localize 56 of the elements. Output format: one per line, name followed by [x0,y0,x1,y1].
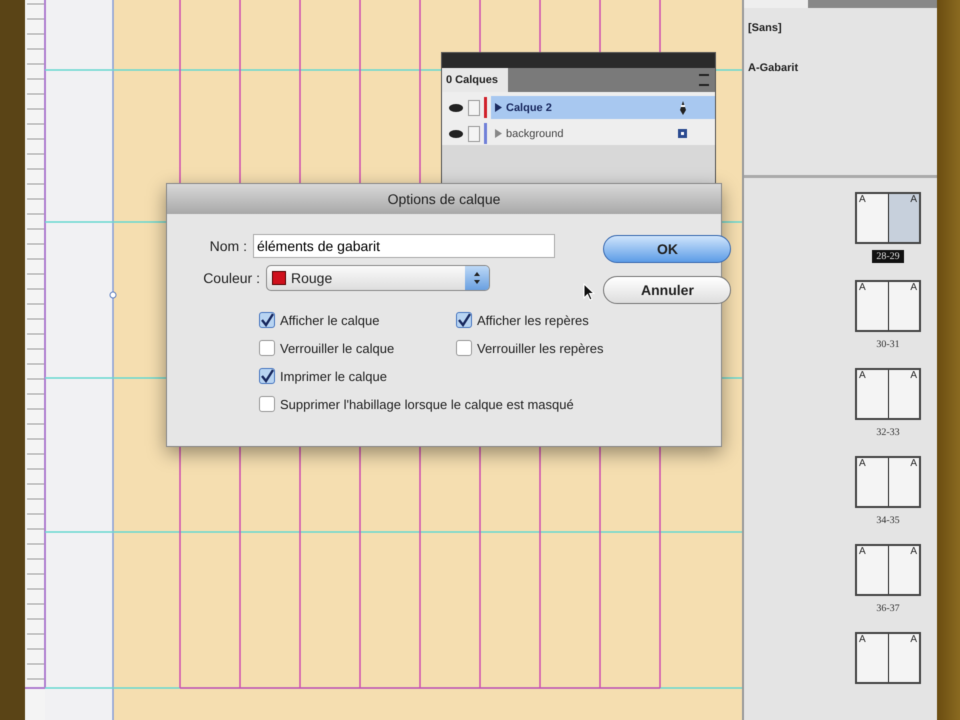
master-letter: A [859,635,866,645]
master-letter: A [859,371,866,381]
master-letter: A [859,195,866,205]
dialog-title: Options de calque [167,184,721,214]
master-letter: A [910,459,917,469]
lock-toggle[interactable] [468,100,480,116]
dropdown-value: Rouge [291,270,334,286]
layer-name[interactable]: background [506,128,674,140]
master-letter: A [910,371,917,381]
checkbox-label: Afficher le calque [280,312,380,328]
spread-thumbnail[interactable]: A A [855,456,921,508]
spread-thumbnail[interactable]: A A [855,544,921,596]
master-letter: A [859,283,866,293]
page-range-label: 32-33 [875,426,901,439]
ok-button[interactable]: OK [603,235,732,263]
checkbox-label: Afficher les repères [477,312,589,328]
color-swatch [272,271,286,285]
spread-thumbnail[interactable]: A A [855,280,921,332]
checkbox[interactable] [456,340,472,356]
name-field[interactable]: éléments de gabarit [253,234,555,258]
checkbox-label: Supprimer l'habillage lorsque le calque est masqué [280,396,574,412]
master-page-item[interactable]: [Sans] [748,22,937,36]
dropdown-arrows-icon[interactable] [465,266,489,290]
selection-square-icon[interactable] [678,129,687,138]
master-letter: A [910,283,917,293]
panel-menu-icon[interactable] [699,74,709,86]
spread-thumbnail[interactable]: A A [855,192,921,244]
checkbox[interactable] [259,368,275,384]
color-dropdown[interactable]: Rouge [266,265,490,291]
layers-tab[interactable]: 0 Calques [442,68,508,92]
pen-icon[interactable] [679,100,687,114]
field-label: Nom : [208,238,247,254]
master-letter: A [910,547,917,557]
master-page-item[interactable]: A-Gabarit [748,62,937,76]
page-range-label: 28-29 [872,250,904,263]
checkbox[interactable] [456,312,472,328]
spread-thumbnail[interactable]: A A [855,632,921,684]
expand-triangle-icon[interactable] [495,103,502,112]
master-letter: A [859,459,866,469]
checkbox-label: Verrouiller les repères [477,340,604,356]
checkbox[interactable] [259,396,275,412]
checkbox-label: Imprimer le calque [280,368,387,384]
field-label: Couleur : [202,270,260,286]
master-letter: A [910,635,917,645]
checkbox[interactable] [259,312,275,328]
cursor-icon [583,283,595,301]
spread-thumbnail[interactable]: A A [855,368,921,420]
page-range-label: 30-31 [875,338,901,351]
page-range-label: 36-37 [875,602,901,615]
master-letter: A [859,547,866,557]
master-letter: A [910,195,917,205]
cancel-button[interactable]: Annuler [603,276,732,304]
page-range-label: 34-35 [875,514,901,527]
checkbox[interactable] [259,340,275,356]
lock-toggle[interactable] [468,126,480,142]
checkbox-label: Verrouiller le calque [280,340,394,356]
